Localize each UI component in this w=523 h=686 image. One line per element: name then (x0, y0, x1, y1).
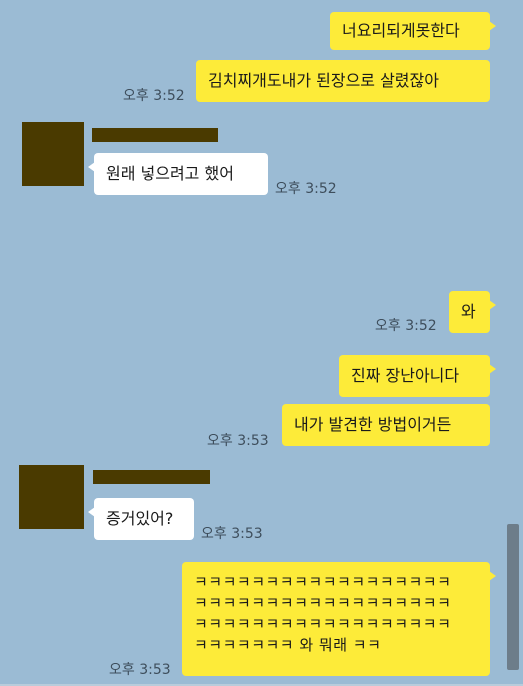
message-line: ㅋㅋㅋㅋㅋㅋㅋㅋㅋㅋㅋㅋㅋㅋㅋㅋㅋㅋ (194, 615, 452, 633)
sender-name-redacted (93, 470, 210, 484)
avatar[interactable] (22, 122, 84, 186)
my-message-bubble[interactable]: 김치찌개도내가 된장으로 살렸잖아 (196, 60, 490, 102)
scrollbar-thumb[interactable] (507, 524, 519, 670)
my-message-bubble[interactable]: 와 (449, 291, 496, 333)
their-message-bubble[interactable]: 원래 넣으려고 했어 (88, 153, 268, 195)
message-time: 오후 3:53 (207, 433, 269, 449)
message-line: ㅋㅋㅋㅋㅋㅋㅋㅋㅋㅋㅋㅋㅋㅋㅋㅋㅋㅋ (194, 594, 452, 612)
message-text: 와 (461, 302, 476, 321)
message-line: ㅋㅋㅋㅋㅋㅋㅋ 와 뭐래 ㅋㅋ (194, 636, 382, 654)
message-text: 진짜 장난아니다 (351, 366, 460, 385)
their-message-bubble[interactable]: 증거있어? (88, 498, 194, 540)
message-time: 오후 3:52 (275, 181, 337, 197)
avatar[interactable] (19, 465, 84, 529)
message-time: 오후 3:52 (123, 88, 185, 104)
my-message-bubble[interactable]: ㅋㅋㅋㅋㅋㅋㅋㅋㅋㅋㅋㅋㅋㅋㅋㅋㅋㅋ ㅋㅋㅋㅋㅋㅋㅋㅋㅋㅋㅋㅋㅋㅋㅋㅋㅋㅋ ㅋㅋ… (182, 562, 496, 676)
message-line: ㅋㅋㅋㅋㅋㅋㅋㅋㅋㅋㅋㅋㅋㅋㅋㅋㅋㅋ (194, 573, 452, 591)
my-message-bubble[interactable]: 진짜 장난아니다 (339, 355, 496, 397)
my-message-bubble[interactable]: 너요리되게못한다 (330, 12, 496, 50)
message-text: 너요리되게못한다 (342, 21, 460, 40)
my-message-bubble[interactable]: 내가 발견한 방법이거든 (282, 404, 490, 446)
message-time: 오후 3:53 (109, 662, 171, 678)
sender-name-redacted (92, 128, 218, 142)
message-time: 오후 3:53 (201, 526, 263, 542)
message-time: 오후 3:52 (375, 318, 437, 334)
message-text: 김치찌개도내가 된장으로 살렸잖아 (208, 71, 439, 90)
message-text: 원래 넣으려고 했어 (106, 164, 234, 183)
message-text: 증거있어? (106, 509, 174, 528)
message-text: 내가 발견한 방법이거든 (294, 415, 452, 434)
